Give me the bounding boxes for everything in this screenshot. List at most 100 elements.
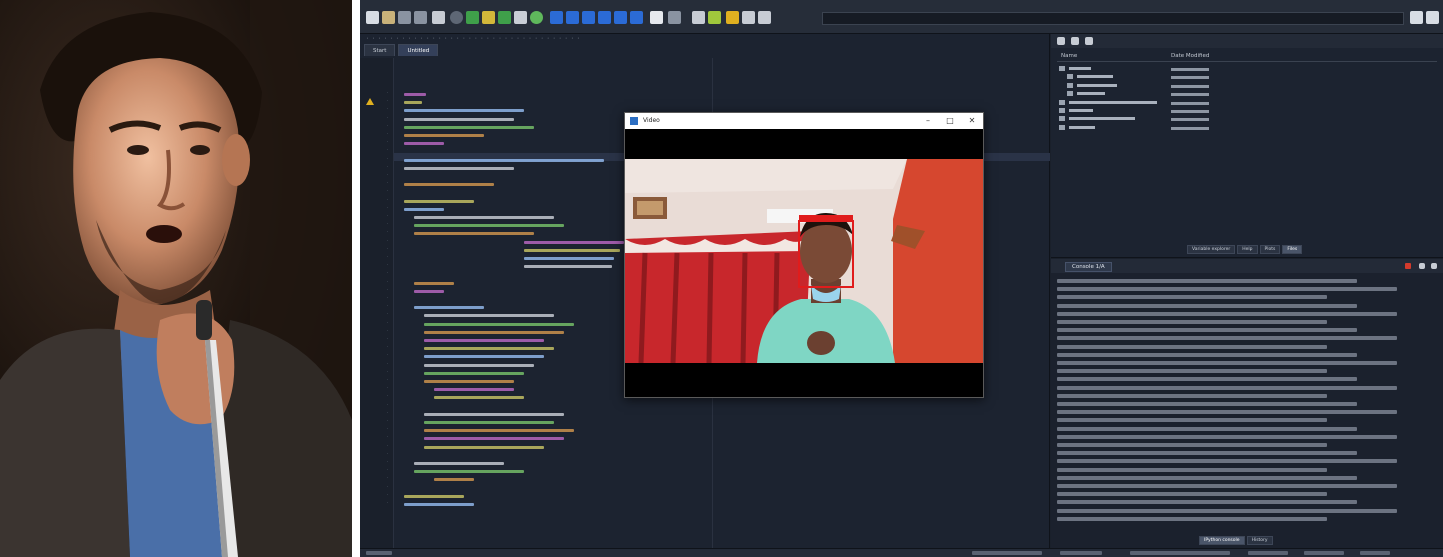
file-date <box>1171 93 1209 97</box>
line-number: · <box>386 419 389 424</box>
code-line <box>424 421 554 424</box>
files-col-name[interactable]: Name <box>1061 53 1077 59</box>
open-folder-icon[interactable] <box>382 11 395 24</box>
code-line <box>404 158 604 162</box>
run-cell-icon[interactable] <box>482 11 495 24</box>
preferences-icon[interactable] <box>692 11 705 24</box>
tab-untitled[interactable]: Untitled <box>398 44 439 56</box>
run-icon[interactable] <box>466 11 479 24</box>
back-icon[interactable] <box>726 11 739 24</box>
files-pane: Name Date Modified Variable explorer Hel… <box>1051 34 1443 258</box>
code-line <box>424 412 564 416</box>
continue-icon[interactable] <box>614 11 627 24</box>
tab-files[interactable]: Files <box>1282 245 1303 254</box>
save-icon[interactable] <box>398 11 411 24</box>
tab-variable-explorer[interactable]: Variable explorer <box>1187 245 1236 254</box>
line-number: · <box>386 222 389 228</box>
step-return-icon[interactable] <box>598 11 611 24</box>
console-log-line <box>1057 295 1327 300</box>
python-path-icon[interactable] <box>708 11 721 24</box>
code-line <box>404 166 514 170</box>
maximize-pane-icon[interactable] <box>650 11 663 24</box>
tab-plots[interactable]: Plots <box>1259 245 1281 254</box>
file-name <box>1077 92 1105 96</box>
file-row[interactable] <box>1059 108 1209 116</box>
parent-directory-icon[interactable] <box>1426 11 1439 24</box>
debug-icon[interactable] <box>550 11 563 24</box>
line-number: · <box>386 287 389 293</box>
line-number: · <box>386 337 389 342</box>
step-into-icon[interactable] <box>582 11 595 24</box>
fullscreen-icon[interactable] <box>668 11 681 24</box>
close-icon[interactable]: ✕ <box>967 116 977 126</box>
code-line <box>424 322 574 326</box>
video-window[interactable]: Video – □ ✕ <box>624 112 984 398</box>
tab-ipython-console[interactable]: IPython console <box>1199 536 1245 545</box>
new-file-icon[interactable] <box>366 11 379 24</box>
code-line <box>424 355 544 359</box>
browse-folder-icon[interactable] <box>1410 11 1423 24</box>
status-item <box>1060 551 1102 555</box>
video-window-title: Video <box>643 117 660 124</box>
files-forward-icon[interactable] <box>1071 37 1079 45</box>
code-line <box>424 437 564 441</box>
run-cell-advance-icon[interactable] <box>498 11 511 24</box>
email-icon[interactable] <box>450 11 463 24</box>
video-title-bar[interactable]: Video – □ ✕ <box>625 113 983 129</box>
console-tab[interactable]: Console 1/A <box>1065 262 1112 272</box>
working-directory-field[interactable] <box>822 12 1404 25</box>
ide-window: · · · · · · · · · · · · · · · · · · · · … <box>360 0 1443 557</box>
minimize-icon[interactable]: – <box>923 116 933 126</box>
forward-icon[interactable] <box>742 11 755 24</box>
code-line <box>424 314 554 318</box>
stop-console-icon[interactable] <box>1405 263 1411 269</box>
code-line <box>404 125 534 129</box>
console-log-line <box>1057 320 1327 324</box>
file-name <box>1069 125 1095 129</box>
line-number: · <box>386 189 389 195</box>
line-number: · <box>386 468 389 474</box>
rerun-icon[interactable] <box>530 11 543 24</box>
save-all-icon[interactable] <box>414 11 427 24</box>
print-icon[interactable] <box>432 11 445 24</box>
line-number: · <box>386 476 389 482</box>
up-directory-icon[interactable] <box>758 11 771 24</box>
console-log-line <box>1057 336 1397 341</box>
line-number: · <box>386 328 389 334</box>
maximize-icon[interactable]: □ <box>945 116 955 126</box>
line-number: · <box>386 386 389 392</box>
file-row[interactable] <box>1059 124 1209 133</box>
file-row[interactable] <box>1059 99 1209 108</box>
code-line <box>424 380 514 383</box>
line-number: · <box>386 427 389 433</box>
file-row[interactable] <box>1067 91 1209 99</box>
files-col-date[interactable]: Date Modified <box>1171 53 1209 59</box>
code-line <box>404 117 514 121</box>
file-row[interactable] <box>1059 116 1209 124</box>
line-number: · <box>386 205 389 211</box>
file-date <box>1171 101 1209 105</box>
tab-help[interactable]: Help <box>1237 245 1258 254</box>
files-back-icon[interactable] <box>1057 37 1065 45</box>
file-row[interactable] <box>1059 66 1209 74</box>
tab-history[interactable]: History <box>1246 536 1273 545</box>
line-number: · <box>386 197 389 203</box>
run-selection-icon[interactable] <box>514 11 527 24</box>
code-line <box>424 347 554 351</box>
line-number: · <box>386 181 389 187</box>
files-up-icon[interactable] <box>1085 37 1093 45</box>
warning-icon <box>366 98 374 105</box>
file-date <box>1171 126 1209 130</box>
file-date <box>1171 110 1209 113</box>
console-log-line <box>1057 484 1397 488</box>
console-edit-icon[interactable] <box>1419 263 1425 269</box>
step-icon[interactable] <box>566 11 579 24</box>
files-pane-tabs: Variable explorer Help Plots Files <box>1187 245 1303 254</box>
console-log-line <box>1057 443 1327 447</box>
file-row[interactable] <box>1067 74 1209 82</box>
console-log-line <box>1057 451 1357 456</box>
stop-debug-icon[interactable] <box>630 11 643 24</box>
file-row[interactable] <box>1067 82 1209 91</box>
tab-start[interactable]: Start <box>364 44 396 56</box>
console-options-icon[interactable] <box>1431 263 1437 269</box>
